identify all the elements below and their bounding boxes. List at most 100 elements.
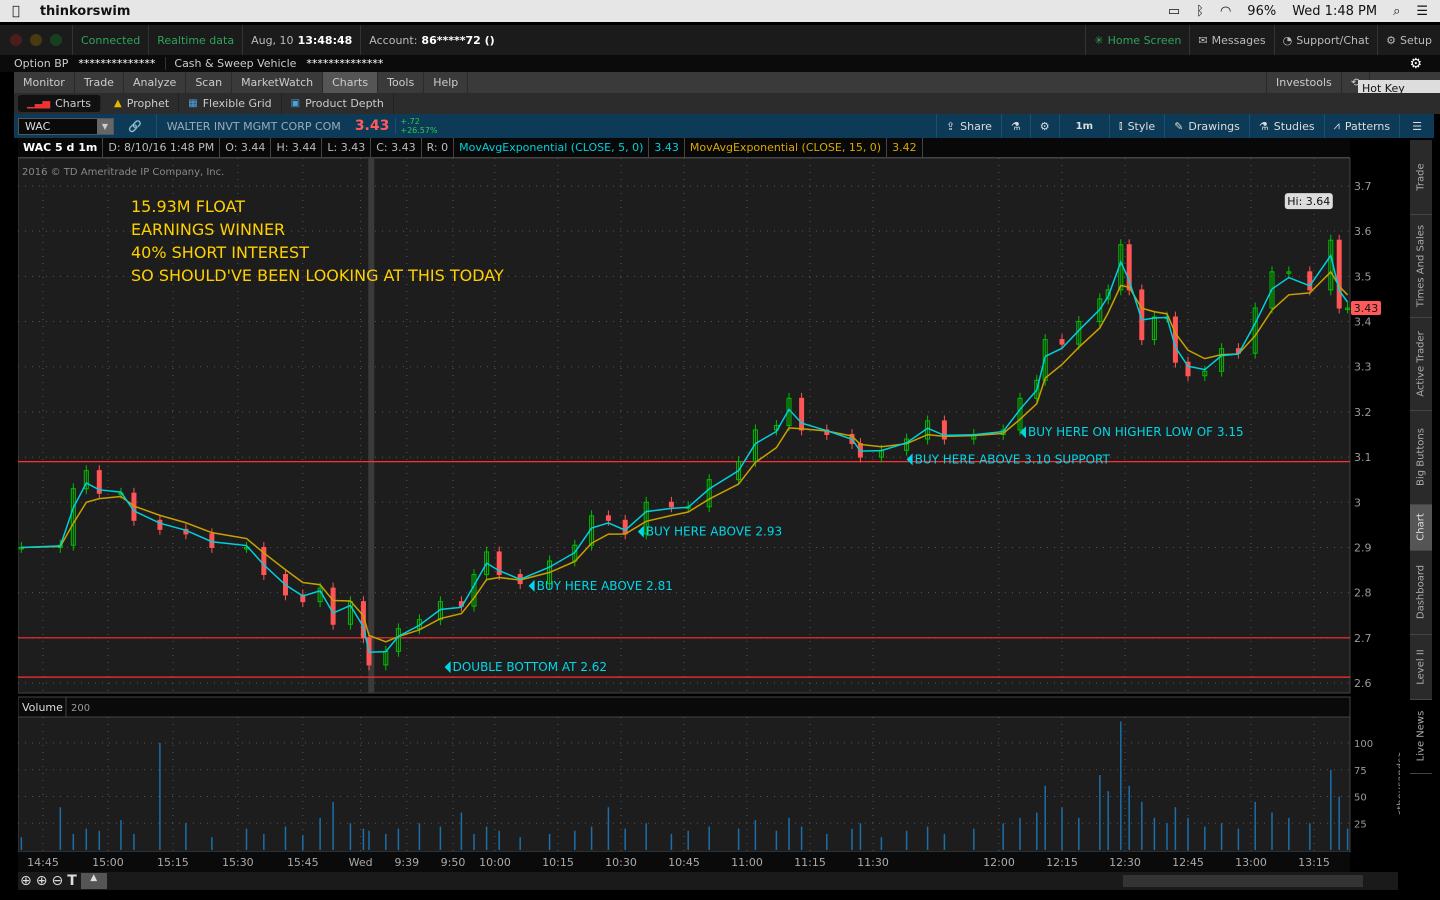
list-icon[interactable]: ☰ [1416, 4, 1428, 19]
horizontal-scrollbar[interactable] [1123, 875, 1363, 887]
x-tick-label: 13:00 [1235, 856, 1267, 869]
account-number: 86*****72 () [421, 33, 495, 47]
x-tick-label: 15:00 [92, 856, 124, 869]
flask-button[interactable]: ⚗ [1000, 114, 1030, 138]
session-break-line [368, 158, 375, 693]
home-screen-button[interactable]: ✳ Home Screen [1085, 25, 1189, 55]
data-status[interactable]: Realtime data [148, 25, 242, 55]
menu-tab-scan[interactable]: Scan [186, 72, 233, 93]
charts-subtabs: ▁▃▅ Charts ▲ Prophet ▦ Flexible Grid ▣ Product … [14, 93, 1440, 114]
account-label: Account: [369, 33, 418, 47]
clock[interactable]: Wed 1:48 PM [1292, 4, 1377, 19]
volume-pane [18, 716, 1351, 853]
side-tab-live-news[interactable]: Live News [1410, 700, 1432, 774]
airplay-icon[interactable]: ▭ [1168, 4, 1180, 19]
side-tab-big-buttons[interactable]: Big Buttons [1410, 411, 1432, 505]
bar-close: C: 3.43 [371, 138, 422, 157]
interval-button[interactable]: 1m [1058, 114, 1109, 138]
x-tick-label: 9:50 [441, 856, 466, 869]
zoom-in-icon[interactable]: ⊕ [36, 873, 48, 889]
annotation-text: BUY HERE ABOVE 2.81 [537, 579, 673, 593]
subtab-flexible-grid[interactable]: ▦ Flexible Grid [179, 93, 282, 114]
note-text: SO SHOULD'VE BEEN LOOKING AT THIS TODAY [131, 266, 504, 285]
side-tab-active-trader[interactable]: Active Trader [1410, 318, 1432, 411]
menu-tab-tools[interactable]: Tools [378, 72, 425, 93]
menu-tab-analyze[interactable]: Analyze [124, 72, 187, 93]
close-window-button[interactable] [10, 34, 22, 46]
side-tab-chart[interactable]: Chart [1410, 504, 1432, 551]
setup-button[interactable]: ⚙ Setup [1377, 25, 1440, 55]
chart-title[interactable]: WAC 5 d 1m [18, 138, 104, 157]
menu-tab-monitor[interactable]: Monitor [14, 72, 75, 93]
expand-panel-button[interactable]: ▲ [80, 873, 107, 889]
home-label: Home Screen [1107, 33, 1182, 47]
gear-icon[interactable]: ⚙ [1409, 56, 1422, 72]
account-selector[interactable]: Account: 86*****72 () [360, 25, 502, 55]
x-tick-label: 13:15 [1298, 856, 1330, 869]
zoom-window-button[interactable] [50, 34, 62, 46]
minimize-window-button[interactable] [30, 34, 42, 46]
share-button[interactable]: ⇪ Share [935, 114, 1001, 138]
list-icon: ☰ [1412, 119, 1422, 133]
chevron-down-icon[interactable]: ▼ [97, 118, 113, 134]
candle-body [1336, 239, 1342, 309]
side-tab-times-and-sales[interactable]: Times And Sales [1410, 215, 1432, 318]
side-tab-trade[interactable]: Trade [1410, 140, 1432, 215]
app-name[interactable]: thinkorswim [40, 4, 131, 19]
hi-label: Hi: 3.64 [1287, 195, 1330, 208]
y-tick-label: 3.7 [1354, 180, 1372, 193]
bluetooth-icon[interactable]: ᛒ [1196, 4, 1204, 19]
menu-tab-help[interactable]: Help [424, 72, 469, 93]
ema15-value: 3.42 [887, 138, 923, 157]
bar-open: O: 3.44 [220, 138, 272, 157]
price-chart[interactable]: 3.7 3.6 3.5 3.4 3.3 3.2 3.1 3 2.9 2.8 2.7 2.6 14:45 1… [18, 158, 1400, 890]
x-tick-label: 11:30 [857, 856, 889, 869]
side-tab-dashboard[interactable]: Dashboard [1410, 551, 1432, 635]
side-tab-label: Trade [1415, 163, 1427, 191]
ema15-label[interactable]: MovAvgExponential (CLOSE, 15, 0) [685, 138, 888, 157]
zoom-out-icon[interactable]: ⊖ [51, 873, 63, 889]
menu-tab-marketwatch[interactable]: MarketWatch [232, 72, 324, 93]
investools-button[interactable]: Investools [1265, 72, 1342, 93]
side-tab-label: Dashboard [1415, 564, 1427, 620]
note-text: 15.93M FLOAT [131, 197, 245, 216]
price-change-pct: +26.57% [400, 126, 438, 135]
battery-status[interactable]: 96% [1247, 4, 1276, 19]
menu-button[interactable]: ☰ [1399, 114, 1434, 138]
patterns-button[interactable]: ⩘ Patterns [1323, 114, 1400, 138]
studies-button[interactable]: ⚗ Studies [1248, 114, 1324, 138]
bar-date: D: 8/10/16 1:48 PM [103, 138, 221, 157]
side-tab-label: Active Trader [1415, 330, 1427, 397]
link-icon[interactable]: 🔗 [128, 120, 142, 133]
style-button[interactable]: ⫾ Style [1109, 114, 1164, 138]
apple-icon[interactable]:  [12, 4, 20, 19]
side-tab-label: Chart [1415, 513, 1427, 541]
subtab-prophet[interactable]: ▲ Prophet [105, 93, 180, 114]
candle-body [1307, 271, 1313, 291]
search-icon[interactable]: ⌕ [1393, 4, 1400, 19]
chart-settings-button[interactable]: ⚙ [1029, 114, 1059, 138]
ema5-label[interactable]: MovAvgExponential (CLOSE, 5, 0) [454, 138, 650, 157]
drawings-button[interactable]: ✎ Drawings [1164, 114, 1249, 138]
menu-tab-charts[interactable]: Charts [323, 72, 379, 93]
note-text: 40% SHORT INTEREST [131, 243, 309, 262]
support-chat-button[interactable]: ◔ Support/Chat [1273, 25, 1378, 55]
wifi-icon[interactable]: ◠ [1220, 4, 1231, 19]
subtab-charts[interactable]: ▁▃▅ Charts [18, 95, 102, 112]
chart-toolbar: WAC ▼ 🔗 WALTER INVT MGMT CORP COM 3.43 +.… [14, 114, 1434, 138]
text-tool-icon[interactable]: T [67, 873, 77, 889]
x-tick-label: 15:45 [287, 856, 319, 869]
side-tab-level-ii[interactable]: Level II [1410, 635, 1432, 700]
option-bp-selector[interactable]: Option BP [14, 57, 68, 70]
home-icon: ✳ [1094, 33, 1104, 47]
symbol-input[interactable]: WAC ▼ [18, 117, 114, 135]
messages-button[interactable]: ✉ Messages [1189, 25, 1273, 55]
menu-tab-trade[interactable]: Trade [75, 72, 124, 93]
patterns-icon: ⩘ [1333, 119, 1340, 132]
gear-icon: ⚙ [1039, 119, 1050, 133]
candle-body [330, 587, 336, 625]
subtab-product-depth[interactable]: ▣ Product Depth [282, 93, 394, 114]
studies-label: Studies [1273, 119, 1315, 133]
crosshair-icon[interactable]: ⊕ [20, 873, 32, 889]
datetime[interactable]: Aug, 10 13:48:48 [242, 25, 360, 55]
